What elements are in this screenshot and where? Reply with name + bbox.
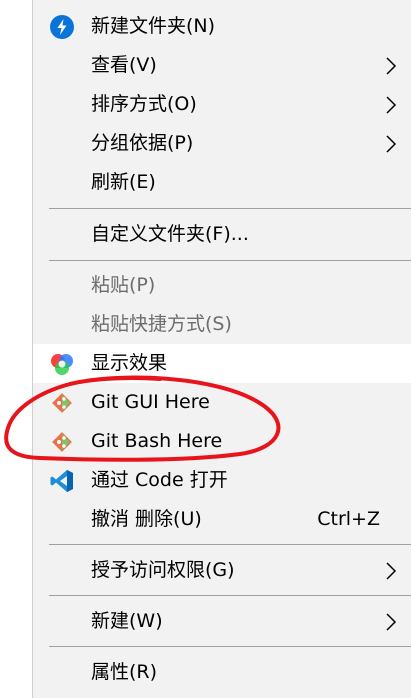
- menu-item-label: Git GUI Here: [91, 391, 210, 413]
- new-folder-icon: [49, 14, 75, 40]
- menu-item-view[interactable]: 查看(V): [33, 46, 411, 85]
- menu-separator: [49, 208, 411, 209]
- menu-item-label: 新建文件夹(N): [91, 15, 216, 37]
- menu-item-label: 粘贴(P): [91, 274, 156, 296]
- menu-item-undo-delete[interactable]: 撤消 删除(U) Ctrl+Z: [33, 500, 411, 539]
- menu-item-paste: 粘贴(P): [33, 266, 411, 305]
- menu-separator: [49, 595, 411, 596]
- chevron-right-icon: [385, 613, 397, 631]
- menu-item-label: 授予访问权限(G): [91, 559, 235, 581]
- menu-item-label: 刷新(E): [91, 171, 156, 193]
- menu-item-paste-shortcut: 粘贴快捷方式(S): [33, 305, 411, 344]
- git-icon: [49, 390, 75, 416]
- menu-item-open-with-code[interactable]: 通过 Code 打开: [33, 461, 411, 500]
- menu-item-new[interactable]: 新建(W): [33, 602, 411, 641]
- menu-item-label: 通过 Code 打开: [91, 469, 228, 491]
- menu-item-shortcut: Ctrl+Z: [317, 508, 380, 530]
- menu-item-properties[interactable]: 属性(R): [33, 653, 411, 692]
- menu-item-label: 新建(W): [91, 610, 163, 632]
- menu-item-label: 粘贴快捷方式(S): [91, 313, 232, 335]
- menu-item-git-bash-here[interactable]: Git Bash Here: [33, 422, 411, 461]
- menu-item-label: 分组依据(P): [91, 132, 194, 154]
- chevron-right-icon: [385, 135, 397, 153]
- menu-item-label: 显示效果: [91, 352, 168, 374]
- menu-item-refresh[interactable]: 刷新(E): [33, 163, 411, 202]
- context-menu: 新建文件夹(N) 查看(V) 排序方式(O) 分组依据(P) 刷新(E) 自定义…: [32, 0, 411, 698]
- menu-item-display-effects[interactable]: 显示效果: [33, 344, 411, 383]
- menu-item-group-by[interactable]: 分组依据(P): [33, 124, 411, 163]
- color-wheel-icon: [49, 351, 75, 377]
- chevron-right-icon: [385, 562, 397, 580]
- menu-item-git-gui-here[interactable]: Git GUI Here: [33, 383, 411, 422]
- menu-item-give-access[interactable]: 授予访问权限(G): [33, 551, 411, 590]
- chevron-right-icon: [385, 57, 397, 75]
- menu-item-label: 排序方式(O): [91, 93, 197, 115]
- menu-separator: [49, 544, 411, 545]
- vscode-icon: [49, 468, 75, 494]
- menu-item-sort-by[interactable]: 排序方式(O): [33, 85, 411, 124]
- chevron-right-icon: [385, 96, 397, 114]
- menu-item-new-folder[interactable]: 新建文件夹(N): [33, 7, 411, 46]
- menu-separator: [49, 646, 411, 647]
- menu-item-label: Git Bash Here: [91, 430, 223, 452]
- menu-item-label: 自定义文件夹(F)...: [91, 223, 249, 245]
- git-icon: [49, 429, 75, 455]
- menu-item-label: 查看(V): [91, 54, 157, 76]
- menu-separator: [49, 260, 411, 261]
- menu-item-label: 属性(R): [91, 661, 158, 683]
- menu-item-customize-folder[interactable]: 自定义文件夹(F)...: [33, 215, 411, 254]
- menu-item-label: 撤消 删除(U): [91, 508, 202, 530]
